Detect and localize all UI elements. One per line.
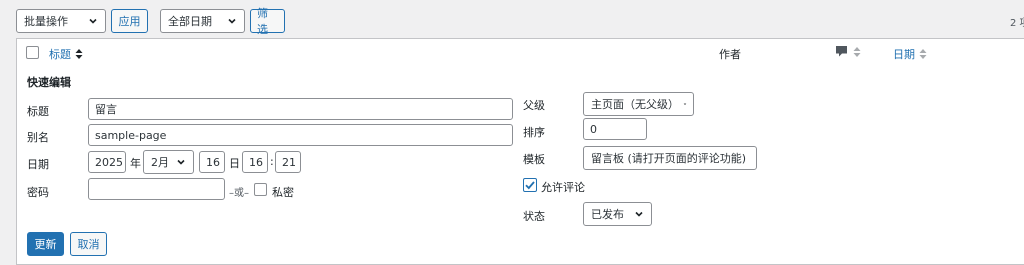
parent-label: 父级 bbox=[523, 99, 545, 112]
template-value: 留言板 (请打开页面的评论功能) bbox=[591, 152, 747, 165]
month-select[interactable]: 2月 bbox=[143, 150, 194, 174]
parent-value: 主页面（无父级） bbox=[591, 98, 679, 111]
hour-input[interactable]: 16 bbox=[242, 151, 268, 173]
status-label: 状态 bbox=[523, 210, 545, 223]
update-button[interactable]: 更新 bbox=[27, 232, 64, 256]
column-title-sort-link[interactable]: 标题 bbox=[49, 46, 83, 62]
template-label: 模板 bbox=[523, 153, 545, 166]
parent-select[interactable]: 主页面（无父级） bbox=[583, 92, 694, 116]
column-title-label: 标题 bbox=[49, 48, 71, 61]
table-header-row: 标题 作者 日期 bbox=[16, 38, 1024, 66]
column-date-label: 日期 bbox=[893, 48, 915, 61]
chevron-down-icon bbox=[635, 211, 643, 217]
column-comments-sort-link[interactable] bbox=[835, 45, 861, 58]
chevron-down-icon bbox=[683, 103, 687, 105]
slug-input[interactable]: sample-page bbox=[88, 124, 513, 146]
column-author-label: 作者 bbox=[719, 48, 741, 61]
title-input[interactable]: 留言 bbox=[88, 98, 513, 120]
bulk-action-value: 批量操作 bbox=[24, 15, 68, 28]
comment-bubble-icon bbox=[836, 46, 847, 57]
slug-label: 别名 bbox=[27, 131, 49, 144]
chevron-down-icon bbox=[228, 18, 236, 24]
month-value: 2月 bbox=[151, 156, 169, 169]
chevron-down-icon bbox=[89, 18, 97, 24]
day-input[interactable]: 16 bbox=[199, 151, 225, 173]
password-input[interactable] bbox=[88, 178, 225, 200]
day-suffix: 日 bbox=[229, 157, 240, 170]
allow-comments-label: 允许评论 bbox=[541, 181, 585, 194]
template-select[interactable]: 留言板 (请打开页面的评论功能) bbox=[583, 146, 757, 170]
quick-edit-panel: 快速编辑 标题 留言 别名 sample-page 日期 2025 年 2月 1… bbox=[16, 65, 1024, 265]
date-filter-value: 全部日期 bbox=[168, 15, 212, 28]
minute-input[interactable]: 21 bbox=[275, 151, 301, 173]
status-value: 已发布 bbox=[591, 208, 624, 221]
apply-button[interactable]: 应用 bbox=[111, 9, 148, 33]
sort-arrows-icon bbox=[919, 49, 927, 59]
filter-button[interactable]: 筛选 bbox=[250, 7, 285, 36]
order-label: 排序 bbox=[523, 126, 545, 139]
column-date-sort-link[interactable]: 日期 bbox=[893, 46, 927, 62]
order-input[interactable]: 0 bbox=[583, 118, 647, 140]
password-label: 密码 bbox=[27, 186, 49, 199]
private-checkbox[interactable] bbox=[254, 183, 267, 196]
sort-arrows-icon bbox=[75, 49, 83, 59]
sort-arrows-icon bbox=[853, 46, 861, 57]
year-input[interactable]: 2025 bbox=[88, 151, 126, 173]
cancel-button[interactable]: 取消 bbox=[70, 232, 107, 256]
title-label: 标题 bbox=[27, 105, 49, 118]
quick-edit-heading: 快速编辑 bbox=[27, 76, 71, 89]
item-count: 2 项 bbox=[1010, 18, 1024, 29]
private-label: 私密 bbox=[272, 186, 294, 199]
date-label: 日期 bbox=[27, 158, 49, 171]
checkmark-icon bbox=[525, 181, 535, 190]
chevron-down-icon bbox=[177, 159, 185, 165]
date-filter-select[interactable]: 全部日期 bbox=[160, 9, 245, 33]
bulk-action-select[interactable]: 批量操作 bbox=[16, 9, 106, 33]
or-separator: –或– bbox=[229, 188, 249, 199]
select-all-checkbox[interactable] bbox=[26, 46, 39, 59]
allow-comments-checkbox[interactable] bbox=[523, 178, 537, 192]
time-separator: : bbox=[270, 155, 274, 168]
year-suffix: 年 bbox=[130, 157, 141, 170]
status-select[interactable]: 已发布 bbox=[583, 202, 652, 226]
